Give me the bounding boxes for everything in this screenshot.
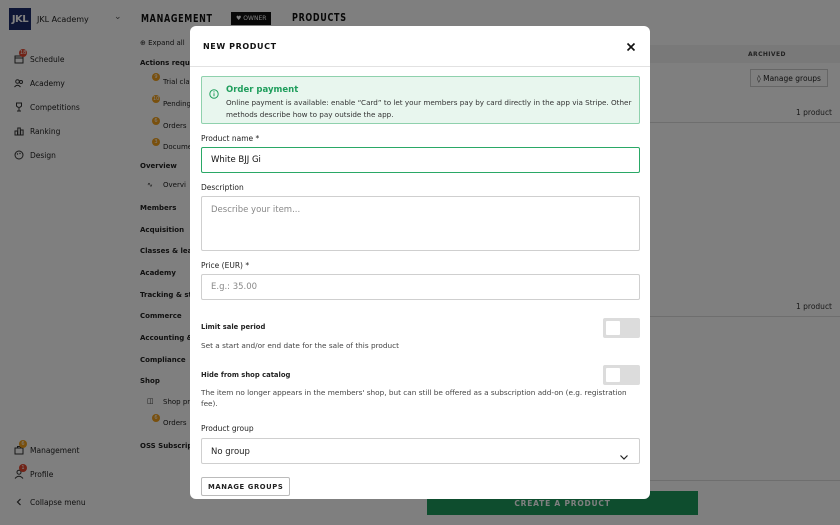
alert-body: Online payment is available: enable “Car… xyxy=(226,98,632,119)
hide-catalog-toggle[interactable] xyxy=(603,365,640,385)
hide-catalog-label: Hide from shop catalog xyxy=(201,371,291,379)
info-icon xyxy=(209,84,219,99)
alert-title: Order payment xyxy=(226,85,299,95)
limit-sale-label: Limit sale period xyxy=(201,323,266,331)
modal-title: NEW PRODUCT xyxy=(203,42,277,51)
close-icon[interactable] xyxy=(624,39,638,53)
price-label: Price (EUR) * xyxy=(201,261,250,270)
order-payment-alert: Order payment Online payment is availabl… xyxy=(201,76,640,124)
price-input[interactable] xyxy=(201,274,640,300)
hide-catalog-help: The item no longer appears in the member… xyxy=(201,388,627,408)
product-name-label: Product name * xyxy=(201,134,260,143)
product-group-label: Product group xyxy=(201,424,254,433)
product-group-value: No group xyxy=(211,447,250,457)
chevron-down-icon xyxy=(619,447,629,460)
toggle-knob xyxy=(606,368,620,382)
limit-sale-toggle[interactable] xyxy=(603,318,640,338)
description-textarea[interactable] xyxy=(201,196,640,251)
limit-sale-help: Set a start and/or end date for the sale… xyxy=(201,341,400,350)
new-product-modal: NEW PRODUCT Order payment Online payment… xyxy=(190,26,650,499)
manage-groups-button[interactable]: MANAGE GROUPS xyxy=(201,477,291,496)
modal-header: NEW PRODUCT xyxy=(190,26,650,67)
toggle-knob xyxy=(606,321,620,335)
product-name-input[interactable] xyxy=(201,147,640,173)
description-label: Description xyxy=(201,183,244,192)
product-group-select[interactable]: No group xyxy=(201,438,640,464)
